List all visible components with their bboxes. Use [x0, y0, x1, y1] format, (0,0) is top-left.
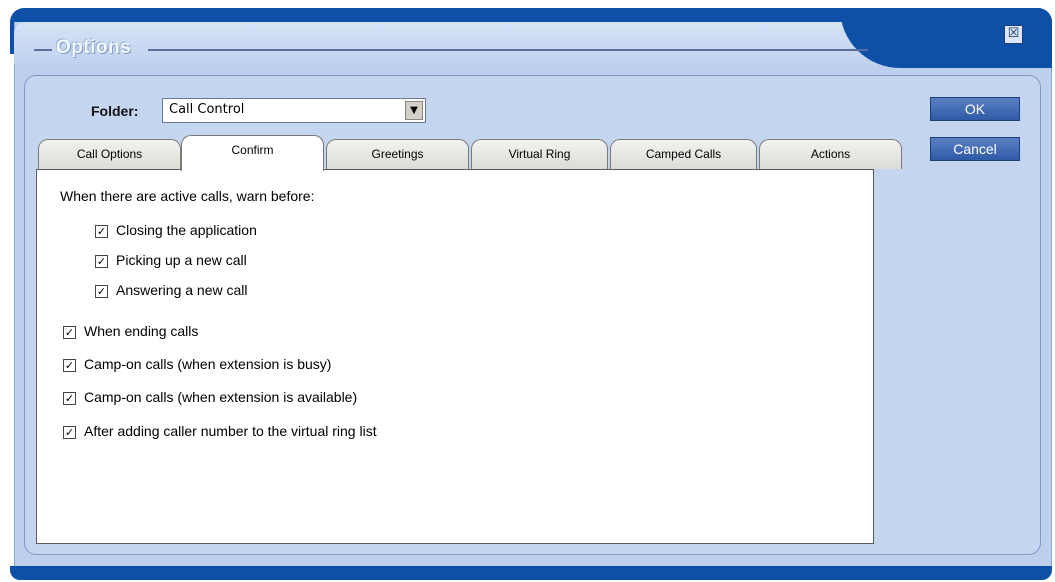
folder-label: Folder:	[91, 103, 139, 119]
window-title: Options	[56, 37, 132, 58]
title-band	[14, 22, 964, 64]
tab-virtual-ring[interactable]: Virtual Ring	[471, 139, 608, 169]
label-virtual-ring-add: After adding caller number to the virtua…	[84, 423, 377, 439]
cancel-button[interactable]: Cancel	[930, 137, 1020, 161]
tab-actions[interactable]: Actions	[759, 139, 902, 169]
label-camp-on-available: Camp-on calls (when extension is availab…	[84, 389, 358, 405]
label-ending-calls: When ending calls	[84, 323, 199, 339]
label-picking-up-new-call: Picking up a new call	[116, 252, 247, 268]
tab-call-options[interactable]: Call Options	[38, 139, 181, 169]
tab-confirm[interactable]: Confirm	[181, 135, 324, 171]
checkbox-picking-up-new-call[interactable]: ✓	[95, 255, 108, 268]
folder-select-value: Call Control	[169, 102, 245, 117]
checkbox-ending-calls[interactable]: ✓	[63, 326, 76, 339]
ok-button[interactable]: OK	[930, 97, 1020, 121]
checkbox-answering-new-call[interactable]: ✓	[95, 285, 108, 298]
checkbox-camp-on-available[interactable]: ✓	[63, 392, 76, 405]
close-icon[interactable]: ☒	[1004, 25, 1023, 44]
tab-camped-calls[interactable]: Camped Calls	[610, 139, 757, 169]
checkbox-virtual-ring-add[interactable]: ✓	[63, 426, 76, 439]
checkbox-camp-on-busy[interactable]: ✓	[63, 359, 76, 372]
title-rule-right	[148, 49, 868, 51]
title-rule-left	[34, 49, 52, 51]
folder-select[interactable]: Call Control ▼	[162, 98, 426, 123]
label-camp-on-busy: Camp-on calls (when extension is busy)	[84, 356, 332, 372]
confirm-heading: When there are active calls, warn before…	[60, 188, 315, 204]
checkbox-closing-application[interactable]: ✓	[95, 225, 108, 238]
label-closing-application: Closing the application	[116, 222, 257, 238]
label-answering-new-call: Answering a new call	[116, 282, 248, 298]
window-bottom-bar	[10, 566, 1052, 580]
tab-greetings[interactable]: Greetings	[326, 139, 469, 169]
chevron-down-icon[interactable]: ▼	[405, 101, 423, 120]
